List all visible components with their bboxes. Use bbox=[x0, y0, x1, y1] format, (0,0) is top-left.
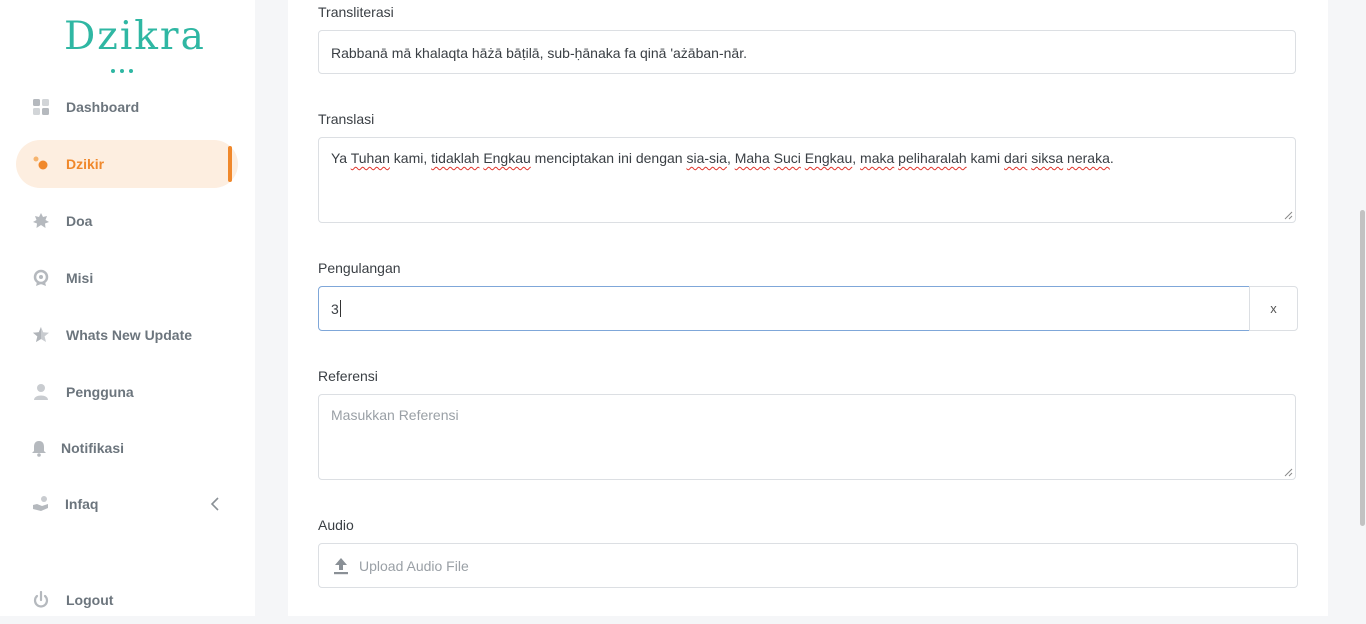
sidebar-item-label: Misi bbox=[66, 270, 94, 286]
sidebar-item-doa[interactable]: Doa bbox=[16, 197, 238, 245]
text-caret bbox=[339, 300, 341, 317]
form-card: Transliterasi Rabbanā mā khalaqta hāżā b… bbox=[288, 0, 1328, 616]
audio-label: Audio bbox=[318, 517, 354, 533]
transliterasi-input[interactable]: Rabbanā mā khalaqta hāżā bāṭilā, sub-ḥān… bbox=[318, 30, 1296, 74]
translasi-value: Ya Tuhan kami, tidaklah Engkau menciptak… bbox=[331, 150, 1114, 166]
sidebar-item-label: Pengguna bbox=[66, 384, 134, 400]
sidebar-item-misi[interactable]: Misi bbox=[16, 254, 238, 302]
dashboard-icon bbox=[33, 99, 49, 115]
upload-icon bbox=[334, 558, 348, 575]
sidebar-item-dashboard[interactable]: Dashboard bbox=[16, 83, 238, 131]
infaq-icon bbox=[33, 496, 48, 511]
resize-handle-icon[interactable] bbox=[1283, 210, 1293, 220]
bell-icon bbox=[32, 441, 46, 457]
pengulangan-input-group: 3 x bbox=[318, 286, 1298, 331]
resize-handle-icon[interactable] bbox=[1283, 467, 1293, 477]
logout-button[interactable]: Logout bbox=[16, 576, 238, 624]
transliterasi-value: Rabbanā mā khalaqta hāżā bāṭilā, sub-ḥān… bbox=[331, 45, 747, 61]
referensi-label: Referensi bbox=[318, 368, 378, 384]
sidebar-item-pengguna[interactable]: Pengguna bbox=[16, 368, 238, 416]
referensi-placeholder: Masukkan Referensi bbox=[331, 407, 459, 423]
translasi-label: Translasi bbox=[318, 111, 375, 127]
chevron-left-icon[interactable] bbox=[210, 496, 220, 512]
sidebar-item-label: Notifikasi bbox=[61, 440, 125, 456]
star-icon bbox=[33, 327, 49, 342]
sidebar-item-whats-new[interactable]: Whats New Update bbox=[16, 311, 238, 359]
pengulangan-value: 3 bbox=[331, 301, 339, 317]
pengulangan-input[interactable]: 3 bbox=[318, 286, 1250, 331]
referensi-textarea[interactable]: Masukkan Referensi bbox=[318, 394, 1296, 480]
doa-icon bbox=[33, 213, 49, 228]
sidebar-item-label: Whats New Update bbox=[66, 327, 193, 343]
sidebar-item-infaq[interactable]: Infaq bbox=[16, 480, 238, 528]
dzikir-icon bbox=[33, 156, 48, 170]
brand-name: Dzikra bbox=[64, 14, 206, 59]
brand-logo[interactable]: Dzikra bbox=[64, 10, 204, 73]
upload-audio-button[interactable]: Upload Audio File bbox=[318, 543, 1298, 588]
pengulangan-label: Pengulangan bbox=[318, 260, 401, 276]
sidebar-item-dzikir[interactable]: Dzikir bbox=[16, 140, 238, 188]
scrollbar-thumb[interactable] bbox=[1360, 210, 1365, 526]
transliterasi-label: Transliterasi bbox=[318, 4, 394, 20]
logo-dots bbox=[111, 60, 138, 78]
user-icon bbox=[34, 384, 48, 400]
logout-icon bbox=[33, 591, 49, 608]
logout-label: Logout bbox=[66, 592, 114, 608]
sidebar: Dzikra Dashboard Dzikir Doa Misi Whats N… bbox=[0, 0, 255, 616]
sidebar-item-label: Dashboard bbox=[66, 99, 140, 115]
sidebar-item-notifikasi[interactable]: Notifikasi bbox=[16, 424, 238, 472]
page-scrollbar[interactable] bbox=[1358, 0, 1366, 616]
sidebar-item-label: Doa bbox=[66, 213, 93, 229]
sidebar-item-label: Dzikir bbox=[66, 156, 105, 172]
clear-pengulangan-button[interactable]: x bbox=[1249, 286, 1298, 331]
sidebar-item-label: Infaq bbox=[65, 496, 99, 512]
translasi-textarea[interactable]: Ya Tuhan kami, tidaklah Engkau menciptak… bbox=[318, 137, 1296, 223]
mission-icon bbox=[33, 269, 49, 286]
upload-audio-label: Upload Audio File bbox=[359, 558, 469, 574]
